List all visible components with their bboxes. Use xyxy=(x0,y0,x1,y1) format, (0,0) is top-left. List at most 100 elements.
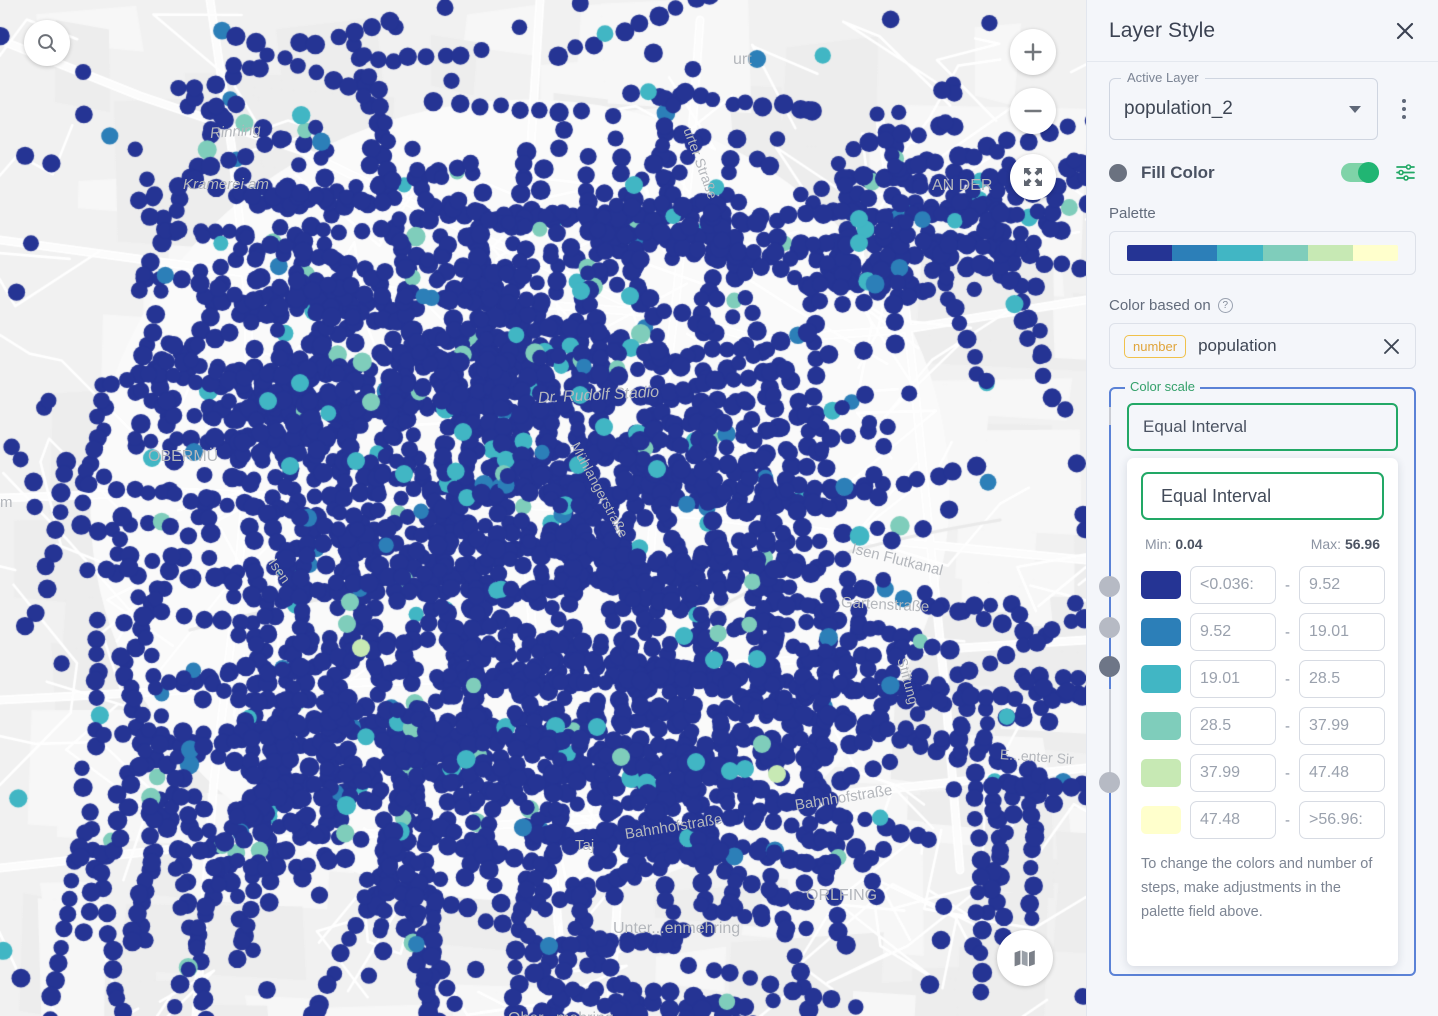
layer-options-menu-button[interactable] xyxy=(1392,91,1416,127)
color-based-on-label-row: Color based on ? xyxy=(1109,297,1416,314)
palette-label: Palette xyxy=(1109,205,1156,222)
fit-screen-icon xyxy=(1024,168,1042,186)
map-icon xyxy=(1014,950,1035,967)
color-based-on-label: Color based on xyxy=(1109,297,1211,314)
search-icon xyxy=(38,34,56,52)
sliders-icon xyxy=(1396,164,1415,181)
panel-handle-active[interactable] xyxy=(1099,656,1120,677)
panel-handle[interactable] xyxy=(1099,772,1120,793)
color-scale-legend: Color scale xyxy=(1125,379,1201,394)
clear-field-button[interactable] xyxy=(1382,337,1401,356)
close-icon xyxy=(1396,22,1414,39)
bin-min-input-0[interactable] xyxy=(1190,566,1276,604)
edge-track xyxy=(1109,689,1111,784)
field-type-badge: number xyxy=(1124,334,1187,358)
panel-header: Layer Style xyxy=(1087,0,1438,62)
palette-gradient[interactable] xyxy=(1127,245,1398,261)
search-button[interactable] xyxy=(24,20,70,66)
fill-color-settings-button[interactable] xyxy=(1395,162,1416,183)
bin-max-input-1[interactable] xyxy=(1299,613,1385,651)
basemap-switch-button[interactable] xyxy=(997,930,1053,986)
color-based-on-field[interactable]: number population xyxy=(1109,323,1416,369)
active-layer-legend: Active Layer xyxy=(1121,70,1205,85)
palette-stop-3 xyxy=(1262,245,1308,261)
close-button[interactable] xyxy=(1392,18,1418,44)
fit-to-screen-button[interactable] xyxy=(1010,154,1056,200)
bin-separator: - xyxy=(1285,576,1290,594)
app-root: Rinning Kramerei am urt urter Straße AN DER D… xyxy=(0,0,1438,1016)
palette-stop-4 xyxy=(1307,245,1353,261)
bin-separator: - xyxy=(1285,717,1290,735)
map-canvas[interactable] xyxy=(0,0,1086,1016)
close-icon xyxy=(1384,338,1399,354)
min-display: Min: 0.04 xyxy=(1145,536,1203,552)
zoom-out-button[interactable] xyxy=(1010,88,1056,134)
max-label: Max: xyxy=(1310,536,1342,552)
color-scale-selected-value: Equal Interval xyxy=(1143,417,1247,436)
bin-max-input-3[interactable] xyxy=(1299,707,1385,745)
palette-stop-1 xyxy=(1172,245,1218,261)
active-layer-select[interactable]: Active Layer population_2 xyxy=(1109,70,1378,140)
color-bin-row: - xyxy=(1141,660,1385,698)
bin-color-swatch-3[interactable] xyxy=(1141,712,1181,740)
kebab-dot xyxy=(1402,115,1406,119)
bin-max-input-2[interactable] xyxy=(1299,660,1385,698)
fill-color-row: Fill Color xyxy=(1109,162,1416,183)
fill-color-swatch-icon xyxy=(1109,163,1127,182)
min-value: 0.04 xyxy=(1175,536,1203,552)
palette-stop-0 xyxy=(1127,245,1173,261)
palette-stop-2 xyxy=(1217,245,1263,261)
color-scale-section: Color scale Equal Interval Equal Interva… xyxy=(1099,379,1416,976)
max-display: Max: 56.96 xyxy=(1311,536,1380,552)
panel-handle[interactable] xyxy=(1099,617,1120,638)
help-icon[interactable]: ? xyxy=(1217,298,1233,313)
max-value: 56.96 xyxy=(1344,536,1380,552)
color-scale-option-equal-interval[interactable]: Equal Interval xyxy=(1141,472,1384,520)
color-bin-row: - xyxy=(1141,801,1385,839)
bin-min-input-4[interactable] xyxy=(1190,754,1276,792)
plus-icon xyxy=(1024,43,1042,61)
color-scale-select[interactable]: Equal Interval xyxy=(1127,403,1398,451)
min-label: Min: xyxy=(1145,536,1172,552)
bin-max-input-4[interactable] xyxy=(1299,754,1385,792)
bin-separator: - xyxy=(1285,670,1290,688)
page-title: Layer Style xyxy=(1109,18,1216,42)
color-bin-row: - xyxy=(1141,707,1385,745)
bin-color-swatch-0[interactable] xyxy=(1141,571,1181,599)
bin-color-swatch-4[interactable] xyxy=(1141,759,1181,787)
bin-max-input-0[interactable] xyxy=(1299,566,1385,604)
bin-min-input-1[interactable] xyxy=(1190,613,1276,651)
kebab-dot xyxy=(1402,99,1406,103)
minus-icon xyxy=(1024,109,1042,113)
palette-field[interactable] xyxy=(1109,231,1416,275)
active-layer-row: Active Layer population_2 xyxy=(1109,70,1416,140)
bin-separator: - xyxy=(1285,764,1290,782)
fill-color-toggle[interactable] xyxy=(1341,162,1379,183)
zoom-in-button[interactable] xyxy=(1010,29,1056,75)
layer-style-panel: Layer Style Active Layer population_2 Fi… xyxy=(1086,0,1438,1016)
color-scale-dropdown: Equal Interval Min: 0.04 Max: 56.96 ----… xyxy=(1127,458,1398,966)
option-label: Equal Interval xyxy=(1161,485,1272,506)
color-bin-row: - xyxy=(1141,566,1385,604)
minmax-row: Min: 0.04 Max: 56.96 xyxy=(1145,536,1380,552)
active-layer-value: population_2 xyxy=(1124,98,1233,119)
bin-color-swatch-5[interactable] xyxy=(1141,806,1181,834)
bin-max-input-5[interactable] xyxy=(1299,801,1385,839)
bin-color-swatch-1[interactable] xyxy=(1141,618,1181,646)
color-bin-row: - xyxy=(1141,754,1385,792)
panel-handle[interactable] xyxy=(1099,576,1120,597)
chevron-down-icon[interactable] xyxy=(1349,105,1361,113)
kebab-dot xyxy=(1402,107,1406,111)
palette-stop-5 xyxy=(1352,245,1398,261)
bin-separator: - xyxy=(1285,623,1290,641)
color-bin-row: - xyxy=(1141,613,1385,651)
map-viewport[interactable]: Rinning Kramerei am urt urter Straße AN DER D… xyxy=(0,0,1086,1016)
fill-color-label: Fill Color xyxy=(1141,162,1215,182)
bin-min-input-2[interactable] xyxy=(1190,660,1276,698)
bin-min-input-3[interactable] xyxy=(1190,707,1276,745)
bin-color-swatch-2[interactable] xyxy=(1141,665,1181,693)
bin-min-input-5[interactable] xyxy=(1190,801,1276,839)
color-scale-hint: To change the colors and number of steps… xyxy=(1141,856,1373,920)
edge-track xyxy=(1109,407,1111,425)
color-bin-list: - - - - - - xyxy=(1141,566,1385,839)
